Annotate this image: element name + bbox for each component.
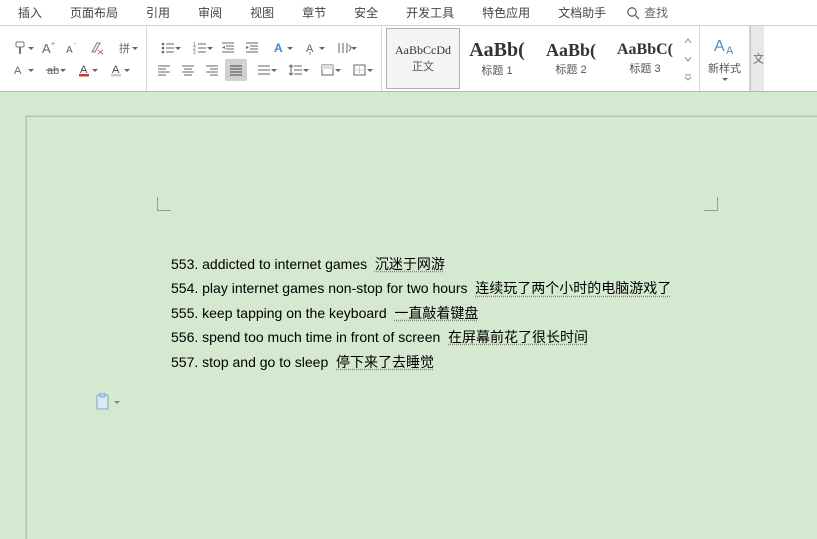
align-right-button[interactable] <box>201 59 223 81</box>
margin-marker-tl <box>157 197 171 211</box>
margin-marker-tr <box>704 197 718 211</box>
bullets-button[interactable] <box>153 37 183 59</box>
text-effects-button[interactable]: A <box>265 37 295 59</box>
search-label: 查找 <box>644 4 668 21</box>
style-preview: AaBb( <box>469 40 525 60</box>
increase-indent-button[interactable] <box>241 37 263 59</box>
distribute-button[interactable] <box>249 59 279 81</box>
paste-icon <box>95 393 111 411</box>
align-center-button[interactable] <box>177 59 199 81</box>
svg-text:ab: ab <box>47 65 59 77</box>
page[interactable]: 553. addicted to internet games 沉迷于网游 55… <box>26 116 817 539</box>
svg-text:A: A <box>66 45 73 56</box>
svg-text:A: A <box>714 38 725 55</box>
style-label: 标题 2 <box>555 61 586 77</box>
menu-tabs: 插入 页面布局 引用 审阅 视图 章节 安全 开发工具 特色应用 文档助手 查找 <box>0 0 817 26</box>
change-case-button[interactable]: A <box>6 59 36 81</box>
decrease-indent-button[interactable] <box>217 37 239 59</box>
style-label: 标题 3 <box>629 60 660 76</box>
document-body[interactable]: 553. addicted to internet games 沉迷于网游 55… <box>171 253 762 375</box>
svg-text:A: A <box>726 45 734 57</box>
styles-expand-button[interactable] <box>681 68 695 86</box>
text-line[interactable]: 556. spend too much time in front of scr… <box>171 326 762 350</box>
font-color-button[interactable]: A <box>70 59 100 81</box>
shading-button[interactable] <box>313 59 343 81</box>
tab-references[interactable]: 引用 <box>132 0 184 26</box>
style-heading2[interactable]: AaBb( 标题 2 <box>534 28 608 89</box>
text-line[interactable]: 554. play internet games non-stop for tw… <box>171 277 762 301</box>
tab-doc-assistant[interactable]: 文档助手 <box>544 0 620 26</box>
style-normal[interactable]: AaBbCcDd 正文 <box>386 28 460 89</box>
phonetic-guide-button[interactable]: 拼 <box>110 37 140 59</box>
align-justify-button[interactable] <box>225 59 247 81</box>
tab-chapter[interactable]: 章节 <box>288 0 340 26</box>
text-line[interactable]: 555. keep tapping on the keyboard 一直敲着键盘 <box>171 302 762 326</box>
tab-devtools[interactable]: 开发工具 <box>392 0 468 26</box>
strikethrough-button[interactable]: ab <box>38 59 68 81</box>
styles-scroll <box>681 28 695 89</box>
svg-text:+: + <box>51 41 55 48</box>
group-font: A+ A- 拼 A ab A A <box>0 26 147 91</box>
svg-text:3: 3 <box>193 50 196 56</box>
tab-special[interactable]: 特色应用 <box>468 0 544 26</box>
text-direction-button[interactable] <box>329 37 359 59</box>
paste-options-button[interactable] <box>95 393 120 411</box>
line-spacing-button[interactable] <box>281 59 311 81</box>
style-label: 标题 1 <box>481 62 512 78</box>
svg-text:-: - <box>74 41 77 48</box>
style-preview: AaBbC( <box>617 42 673 58</box>
tab-security[interactable]: 安全 <box>340 0 392 26</box>
styles-gallery: AaBbCcDd 正文 AaBb( 标题 1 AaBb( 标题 2 AaBbC(… <box>382 26 700 91</box>
text-line[interactable]: 553. addicted to internet games 沉迷于网游 <box>171 253 762 277</box>
highlight-button[interactable]: A <box>102 59 132 81</box>
svg-text:A: A <box>42 41 51 56</box>
styles-down-button[interactable] <box>681 50 695 68</box>
svg-text:A: A <box>274 41 283 55</box>
text-line[interactable]: 557. stop and go to sleep 停下来了去睡觉 <box>171 351 762 375</box>
align-left-button[interactable] <box>153 59 175 81</box>
new-style-button[interactable]: AA 新样式 <box>700 26 750 91</box>
group-paragraph: 123 A A̧ <box>147 26 382 91</box>
style-preview: AaBb( <box>546 41 596 59</box>
styles-up-button[interactable] <box>681 32 695 50</box>
clear-format-button[interactable] <box>86 37 108 59</box>
svg-text:A̧: A̧ <box>306 43 314 55</box>
decrease-font-button[interactable]: A- <box>62 37 84 59</box>
borders-button[interactable] <box>345 59 375 81</box>
increase-font-button[interactable]: A+ <box>38 37 60 59</box>
new-style-icon: AA <box>712 34 738 58</box>
tab-insert[interactable]: 插入 <box>4 0 56 26</box>
tab-review[interactable]: 审阅 <box>184 0 236 26</box>
search-icon <box>626 6 640 20</box>
numbering-button[interactable]: 123 <box>185 37 215 59</box>
search-button[interactable]: 查找 <box>626 4 668 21</box>
style-label: 正文 <box>412 58 434 74</box>
document-canvas: 553. addicted to internet games 沉迷于网游 55… <box>0 92 817 539</box>
svg-text:A: A <box>14 65 22 77</box>
style-preview: AaBbCcDd <box>395 44 451 56</box>
asian-layout-button[interactable]: A̧ <box>297 37 327 59</box>
svg-text:拼: 拼 <box>119 41 130 55</box>
style-heading3[interactable]: AaBbC( 标题 3 <box>608 28 682 89</box>
tab-view[interactable]: 视图 <box>236 0 288 26</box>
format-painter-button[interactable] <box>6 37 36 59</box>
collapse-ribbon-button[interactable]: 文 <box>750 26 764 91</box>
new-style-label: 新样式 <box>708 60 741 76</box>
ribbon: A+ A- 拼 A ab A A 123 A A̧ <box>0 26 817 92</box>
style-heading1[interactable]: AaBb( 标题 1 <box>460 28 534 89</box>
tab-page-layout[interactable]: 页面布局 <box>56 0 132 26</box>
